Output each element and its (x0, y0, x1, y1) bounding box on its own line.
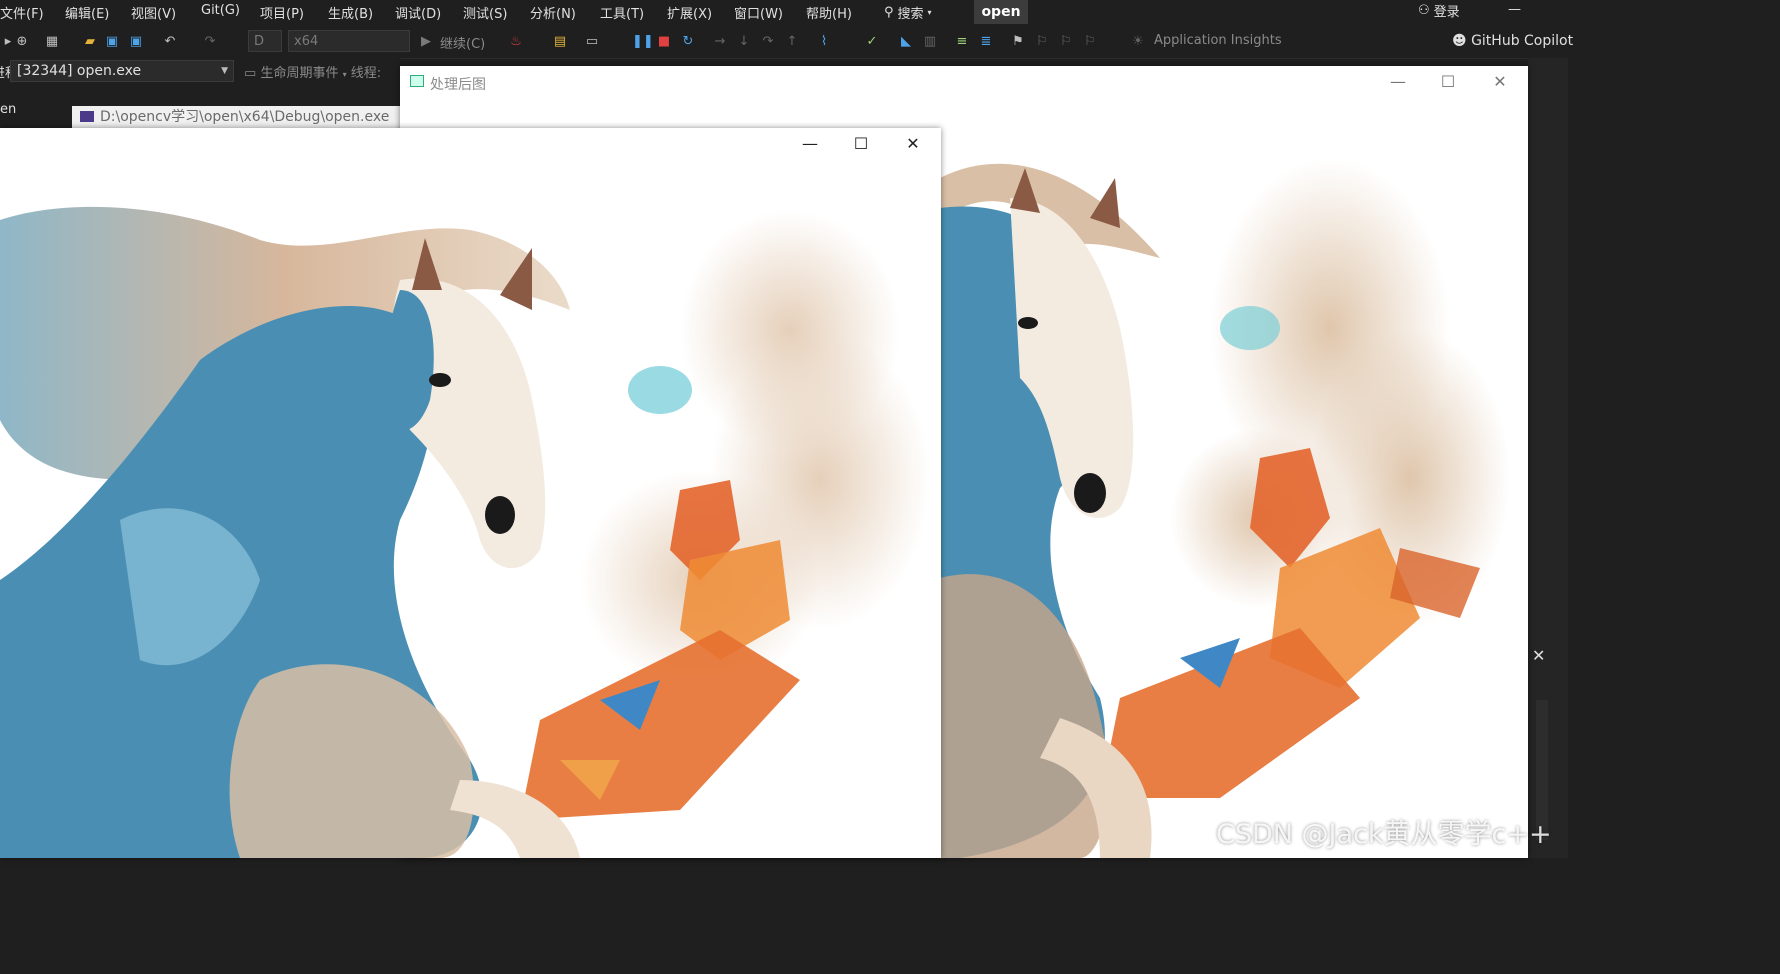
step-into-icon[interactable]: ↓ (736, 34, 752, 50)
debug-location-bar: 进程: [32344] open.exe ▼ ▭ 生命周期事件 ▾ 线程: (0, 58, 400, 84)
console-window-title[interactable]: D:\opencv学习\open\x64\Debug\open.exe (72, 106, 400, 128)
pause-icon[interactable]: ❚❚ (632, 34, 654, 50)
solution-explorer-panel: en D:\opencv学习\open\x64\Debug\open.exe (0, 84, 400, 128)
forward-icon[interactable]: ⊕ (14, 34, 30, 50)
main-toolbar: ▸ ⊕ ▦ ▰ ▣ ▣ ↶ ↷ D x64 ▶ 继续(C) ♨ ▤ ▭ ❚❚ ■… (0, 26, 1573, 59)
minimize-icon[interactable]: — (1508, 2, 1521, 17)
original-image-window[interactable]: — ☐ ✕ (0, 128, 941, 858)
solution-name-badge: open (974, 0, 1028, 24)
redo-icon[interactable]: ↷ (202, 34, 218, 50)
window-title-bar[interactable]: — ☐ ✕ (0, 128, 941, 160)
app-icon (410, 75, 424, 87)
copilot-label: GitHub Copilot (1471, 33, 1574, 49)
format-icon[interactable]: ▥ (922, 34, 938, 50)
login-label: 登录 (1433, 5, 1460, 20)
minimize-icon[interactable]: — (1388, 72, 1408, 92)
chevron-down-icon: ▾ (342, 70, 347, 79)
stop-icon[interactable]: ■ (656, 34, 672, 50)
close-icon[interactable]: ✕ (903, 134, 923, 154)
process-dropdown[interactable]: [32344] open.exe ▼ (10, 60, 234, 82)
search-button[interactable]: ⚲ 搜索 ▾ (884, 1, 932, 23)
diagnostics-icon[interactable]: ⌇ (816, 34, 832, 50)
menu-help[interactable]: 帮助(H) (806, 3, 852, 22)
step-out-icon[interactable]: ↑ (784, 34, 800, 50)
menu-git[interactable]: Git(G) (201, 3, 240, 18)
step-over-icon[interactable]: ↷ (760, 34, 776, 50)
continue-button[interactable]: 继续(C) (440, 33, 485, 52)
close-icon[interactable]: ✕ (1532, 646, 1545, 665)
login-button[interactable]: ⚇ 登录 (1418, 1, 1460, 20)
config-dropdown[interactable]: D (248, 30, 282, 52)
bookmark-icon[interactable]: ⚑ (1010, 34, 1026, 50)
open-folder-icon[interactable]: ▰ (82, 34, 98, 50)
lifecycle-icon: ▭ (244, 66, 257, 81)
play-icon[interactable]: ▶ (418, 34, 434, 50)
save-icon[interactable]: ▣ (104, 34, 120, 50)
menu-edit[interactable]: 编辑(E) (65, 3, 109, 22)
menu-debug[interactable]: 调试(D) (395, 3, 441, 22)
original-horse-image (0, 160, 941, 858)
menu-view[interactable]: 视图(V) (131, 3, 176, 22)
folder-icon[interactable]: ▤ (552, 34, 568, 50)
bookmark-next-icon[interactable]: ⚐ (1058, 34, 1074, 50)
platform-dropdown[interactable]: x64 (288, 30, 410, 52)
search-label: 搜索 (897, 6, 924, 22)
show-next-statement-icon[interactable]: → (712, 34, 728, 50)
menu-extensions[interactable]: 扩展(X) (667, 3, 712, 22)
outdent-icon[interactable]: ≣ (978, 34, 994, 50)
menu-analyze[interactable]: 分析(N) (530, 3, 576, 22)
undo-icon[interactable]: ↶ (162, 34, 178, 50)
lightbulb-icon[interactable]: ☀ (1130, 34, 1146, 50)
console-path: D:\opencv学习\open\x64\Debug\open.exe (100, 109, 390, 125)
window-title-bar[interactable]: 处理后图 — ☐ ✕ (400, 66, 1528, 98)
hot-reload-icon[interactable]: ♨ (508, 34, 524, 50)
menu-bar: 文件(F) 编辑(E) 视图(V) Git(G) 项目(P) 生成(B) 调试(… (0, 0, 1568, 24)
window-icon[interactable]: ▭ (584, 34, 600, 50)
maximize-icon[interactable]: ☐ (851, 134, 871, 154)
process-value: [32344] open.exe (17, 63, 142, 79)
indent-icon[interactable]: ≡ (954, 34, 970, 50)
menu-build[interactable]: 生成(B) (328, 3, 373, 22)
menu-window[interactable]: 窗口(W) (734, 3, 783, 22)
bookmark-clear-icon[interactable]: ⚐ (1082, 34, 1098, 50)
chevron-down-icon: ▼ (221, 66, 228, 76)
menu-project[interactable]: 项目(P) (260, 3, 304, 22)
copilot-icon: ☻ (1452, 33, 1467, 49)
close-icon[interactable]: ✕ (1490, 72, 1510, 92)
lifecycle-events-button[interactable]: ▭ 生命周期事件 ▾ 线程: (244, 62, 381, 81)
panel-label: en (0, 102, 17, 117)
save-all-icon[interactable]: ▣ (128, 34, 144, 50)
spellcheck-icon[interactable]: ✓ (864, 34, 880, 50)
watermark: CSDN @Jack黄从零学c++ (1216, 819, 1552, 850)
application-insights-button[interactable]: Application Insights (1154, 33, 1282, 48)
maximize-icon[interactable]: ☐ (1438, 72, 1458, 92)
window-title: 处理后图 (430, 77, 486, 93)
github-copilot-button[interactable]: ☻ GitHub Copilot (1452, 33, 1573, 49)
menu-file[interactable]: 文件(F) (0, 3, 44, 22)
right-tool-strip (1528, 58, 1568, 858)
thread-label: 线程: (350, 66, 382, 81)
menu-test[interactable]: 测试(S) (463, 3, 507, 22)
lifecycle-label: 生命周期事件 (260, 66, 339, 81)
new-project-icon[interactable]: ▦ (44, 34, 60, 50)
menu-tools[interactable]: 工具(T) (600, 3, 644, 22)
user-icon: ⚇ (1418, 3, 1430, 18)
chevron-down-icon: ▾ (927, 7, 932, 17)
bookmark-prev-icon[interactable]: ⚐ (1034, 34, 1050, 50)
restart-icon[interactable]: ↻ (680, 34, 696, 50)
minimize-icon[interactable]: — (800, 134, 820, 154)
search-icon: ⚲ (884, 4, 894, 20)
breakpoint-tool-icon[interactable]: ◣ (898, 34, 914, 50)
console-icon (80, 111, 94, 122)
